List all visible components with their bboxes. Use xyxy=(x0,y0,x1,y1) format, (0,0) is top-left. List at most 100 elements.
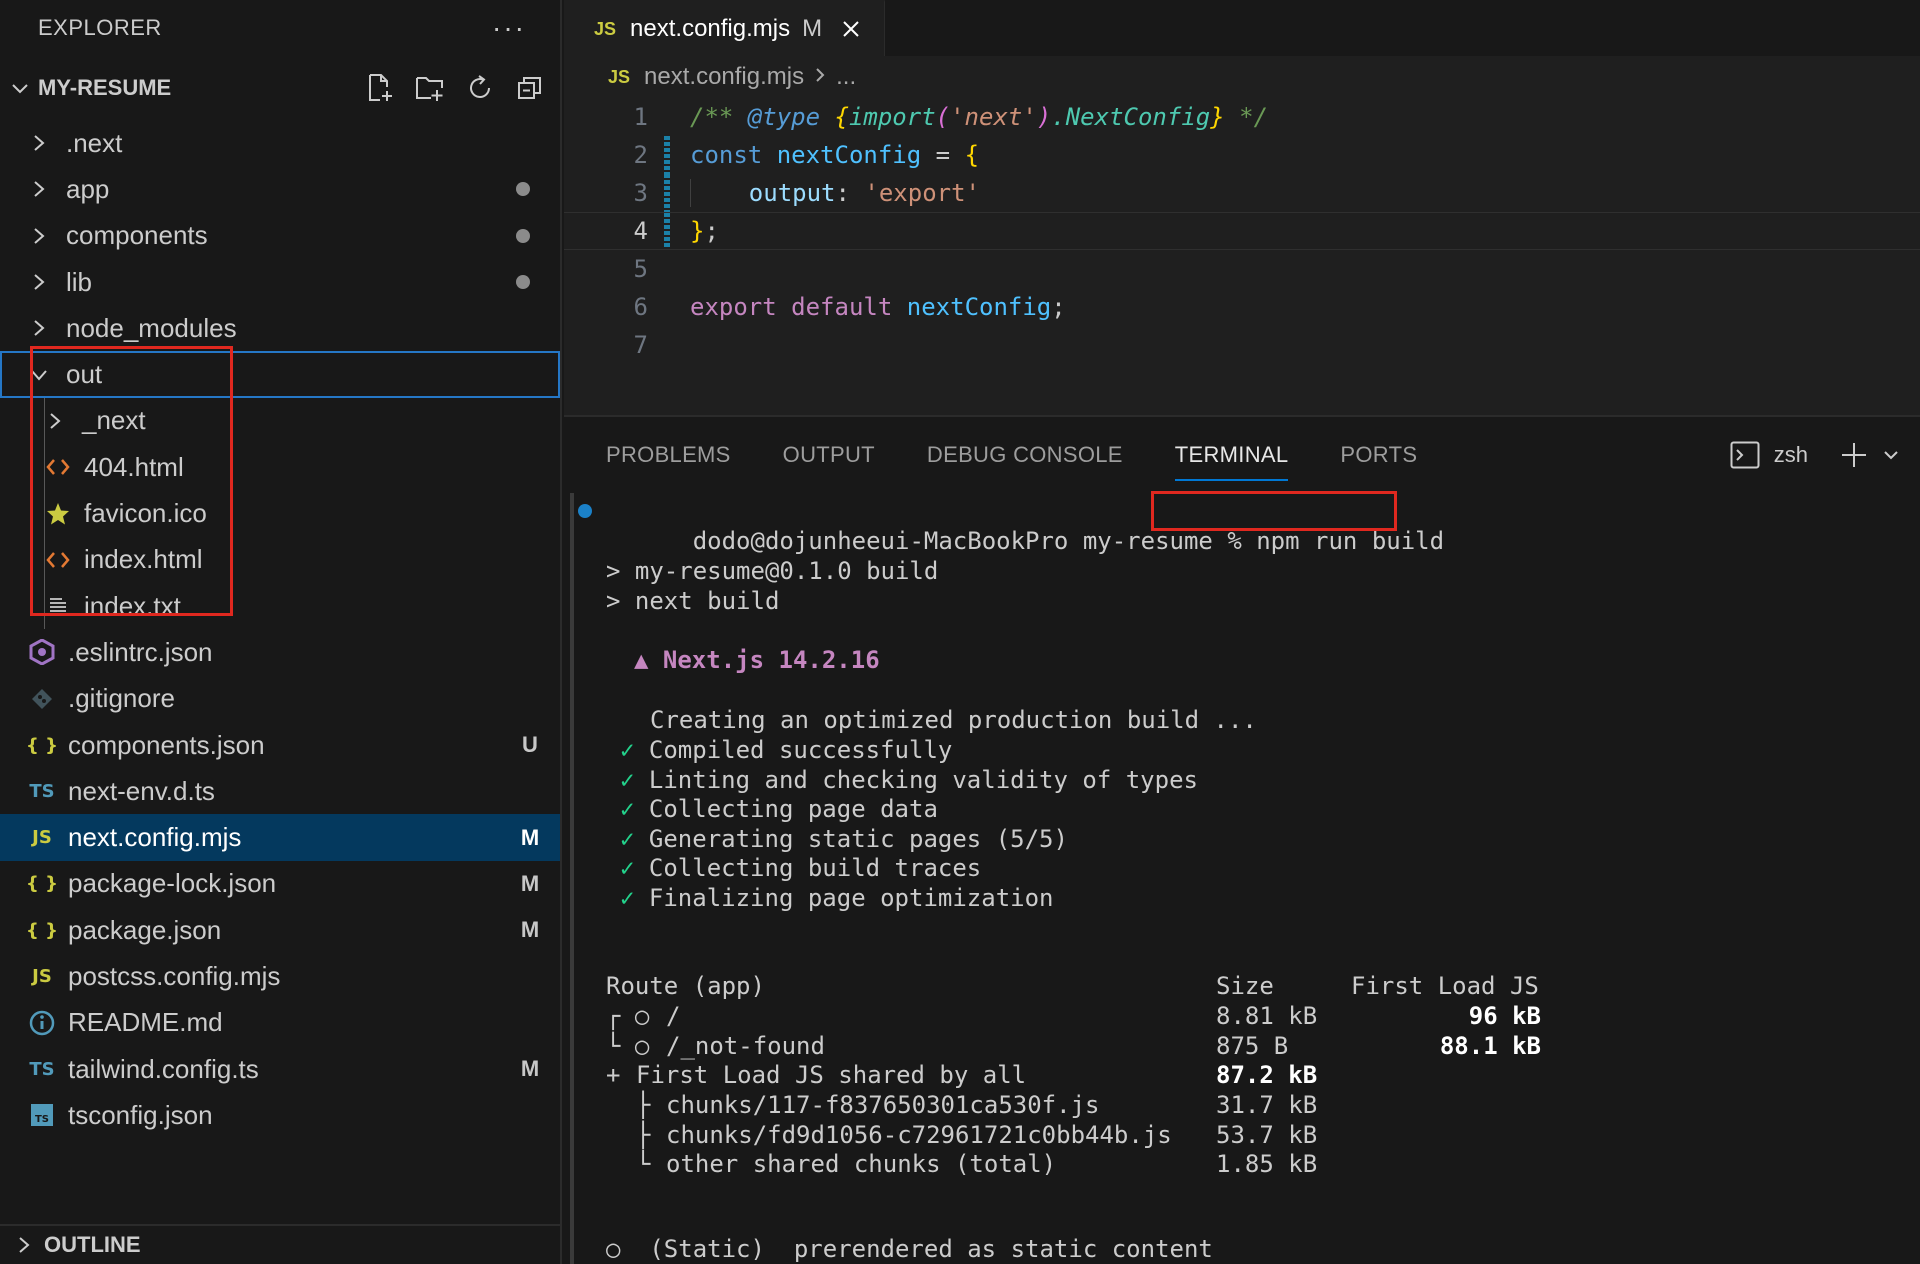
indent-guide xyxy=(44,397,45,445)
tree-item-node-modules[interactable]: node_modules xyxy=(0,305,560,351)
tree-item-tailwind-config-ts[interactable]: TS tailwind.config.ts M xyxy=(0,1046,560,1092)
terminal-command: % npm run build xyxy=(1227,527,1445,555)
line-number: 4 xyxy=(633,217,648,245)
highlight-box-command xyxy=(1151,491,1397,531)
tab-ports[interactable]: PORTS xyxy=(1340,433,1417,477)
tree-item-label: app xyxy=(66,173,110,204)
code-line: 2 const nextConfig = { xyxy=(564,136,1920,174)
git-status-badge: M xyxy=(520,870,540,896)
tree-item-favicon-ico[interactable]: favicon.ico xyxy=(0,490,560,537)
route-first-load: 88.1 kB xyxy=(1439,1031,1541,1060)
line-number: 5 xyxy=(633,255,648,283)
build-step-text: Generating static pages (5/5) xyxy=(648,824,1068,853)
route-size: 875 B xyxy=(1216,1031,1289,1060)
tree-item-tsconfig-json[interactable]: TS tsconfig.json xyxy=(0,1092,560,1138)
eslint-icon xyxy=(28,638,56,666)
code-line-active: 4 }; xyxy=(564,212,1920,250)
tree-item-label: .gitignore xyxy=(68,683,175,714)
tab-output[interactable]: OUTPUT xyxy=(783,433,875,477)
close-icon[interactable] xyxy=(838,16,864,42)
tree-item-404-html[interactable]: 404.html xyxy=(0,444,560,491)
build-step-line: ✓ Generating static pages (5/5) xyxy=(620,824,1068,854)
tab-next-config[interactable]: JS next.config.mjs M xyxy=(564,0,886,56)
terminal-icon[interactable] xyxy=(1730,441,1760,469)
tree-item-next-env-d-ts[interactable]: TS next-env.d.ts xyxy=(0,768,560,814)
refresh-icon[interactable] xyxy=(462,70,498,106)
new-terminal-icon[interactable] xyxy=(1840,441,1868,469)
shared-size: 87.2 kB xyxy=(1216,1061,1318,1089)
tree-item-out[interactable]: out xyxy=(0,351,560,398)
route-prefix: ┌ ○ xyxy=(606,1002,650,1030)
tree-item-lib[interactable]: lib xyxy=(0,259,560,305)
more-actions-icon[interactable]: ··· xyxy=(492,14,526,42)
tree-item-readme-md[interactable]: README.md xyxy=(0,1000,560,1046)
tree-item-gitignore[interactable]: .gitignore xyxy=(0,676,560,722)
tab-problems[interactable]: PROBLEMS xyxy=(606,433,731,477)
breadcrumb-symbol[interactable]: ... xyxy=(836,63,856,91)
checkmark-icon: ✓ xyxy=(620,884,635,912)
javascript-file-icon: JS xyxy=(608,66,631,87)
tree-item-next[interactable]: .next xyxy=(0,120,560,166)
tree-item-label: tsconfig.json xyxy=(68,1099,213,1130)
checkmark-icon: ✓ xyxy=(620,765,635,794)
tree-item-eslintrc-json[interactable]: .eslintrc.json xyxy=(0,629,560,675)
tree-item-components-json[interactable]: { } components.json U xyxy=(0,722,560,768)
chevron-right-icon xyxy=(28,271,50,293)
tree-item-app[interactable]: app xyxy=(0,166,560,212)
breadcrumb-file[interactable]: next.config.mjs xyxy=(644,63,804,91)
outline-section-header[interactable]: OUTLINE xyxy=(0,1224,560,1264)
shell-name[interactable]: zsh xyxy=(1774,442,1808,468)
new-file-icon[interactable] xyxy=(362,70,398,106)
tree-item-package-json[interactable]: { } package.json M xyxy=(0,907,560,953)
build-step-text: Compiled successfully xyxy=(648,736,953,764)
explorer-header: EXPLORER ··· xyxy=(0,0,560,56)
star-icon xyxy=(44,500,72,528)
tree-item-label: lib xyxy=(66,266,93,297)
indent-guide xyxy=(44,490,45,537)
json-file-icon: { } xyxy=(26,873,58,895)
terminal-output[interactable]: dodo@dojunheeui-MacBookPro my-resume % n… xyxy=(564,491,1920,1264)
tree-item-label: node_modules xyxy=(66,312,237,343)
build-step-line: ✓ Finalizing page optimization xyxy=(620,883,1053,913)
tree-item-label: out xyxy=(66,359,103,390)
size-header: Size xyxy=(1216,972,1274,1000)
route-header: Route (app) xyxy=(606,972,765,1000)
editor-tabbar: JS next.config.mjs M xyxy=(564,0,1920,56)
tree-item-label: .next xyxy=(66,127,123,158)
tree-item-label: index.txt xyxy=(84,590,181,621)
route-path: /_not-found xyxy=(666,1031,825,1060)
tree-item-index-txt[interactable]: index.txt xyxy=(0,582,560,630)
route-first-load: 96 kB xyxy=(1468,1002,1541,1030)
chevron-down-icon xyxy=(6,74,34,102)
git-status-badge: M xyxy=(520,917,540,943)
tree-item-next-config-mjs[interactable]: JS next.config.mjs M xyxy=(0,814,560,861)
tree-item-label: index.html xyxy=(84,544,203,575)
indent-guide xyxy=(44,582,45,630)
collapse-all-icon[interactable] xyxy=(512,70,548,106)
project-folder-header[interactable]: MY-RESUME xyxy=(0,56,560,120)
tree-item-index-html[interactable]: index.html xyxy=(0,536,560,583)
line-number: 7 xyxy=(633,331,648,359)
tree-item-components[interactable]: components xyxy=(0,213,560,259)
tree-item-next[interactable]: _next xyxy=(0,397,560,445)
nextjs-version: ▲ Next.js 14.2.16 xyxy=(634,646,880,674)
code-line: 3 output: 'export' xyxy=(564,174,1920,212)
tree-item-package-lock-json[interactable]: { } package-lock.json M xyxy=(0,861,560,907)
chunk-name: chunks/117-f837650301ca530f.js xyxy=(666,1091,1100,1119)
new-folder-icon[interactable] xyxy=(412,70,448,106)
tree-item-postcss-config-mjs[interactable]: JS postcss.config.mjs xyxy=(0,953,560,999)
tree-item-label: next-env.d.ts xyxy=(68,775,215,806)
info-icon xyxy=(28,1009,56,1037)
tree-item-label: _next xyxy=(82,405,146,436)
tree-item-label: .eslintrc.json xyxy=(68,636,213,667)
code-editor[interactable]: 1 /** @type {import('next').NextConfig} … xyxy=(564,98,1920,364)
route-path: / xyxy=(666,1002,681,1030)
tab-debug-console[interactable]: DEBUG CONSOLE xyxy=(927,433,1123,477)
chunk-name: chunks/fd9d1056-c72961721c0bb44b.js xyxy=(666,1120,1172,1149)
panel-tabs: PROBLEMS OUTPUT DEBUG CONSOLE TERMINAL P… xyxy=(564,417,1920,493)
command-status-icon xyxy=(578,504,592,518)
chevron-down-icon[interactable] xyxy=(1882,446,1900,464)
explorer-title: EXPLORER xyxy=(38,15,162,40)
tree-item-label: favicon.ico xyxy=(84,498,207,529)
tab-terminal[interactable]: TERMINAL xyxy=(1174,433,1289,481)
